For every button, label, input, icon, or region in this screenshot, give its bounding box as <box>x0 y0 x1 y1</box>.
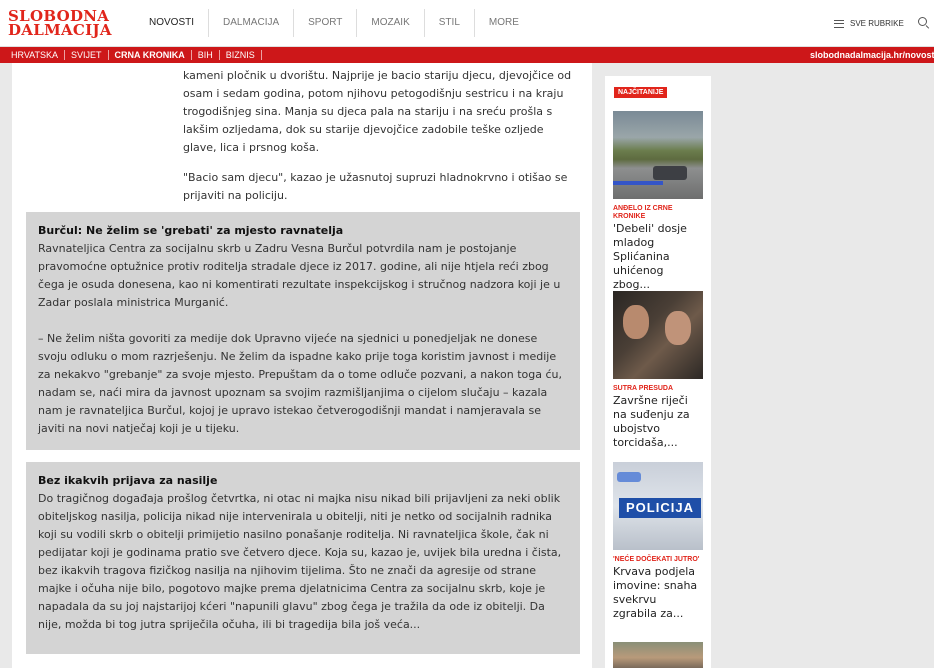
most-read-badge: NAJČITANIJE <box>614 87 668 98</box>
most-read-sidebar: NAJČITANIJE ANĐELO IZ CRNE KRONIKE 'Debe… <box>605 76 711 668</box>
article-thumbnail[interactable] <box>613 111 703 199</box>
info-box-no-reports: Bez ikakvih prijava za nasilje Do tragič… <box>26 462 580 654</box>
car-shape <box>653 166 687 180</box>
subnav-bih[interactable]: BIH <box>192 50 220 60</box>
subnav-hrvatska[interactable]: HRVATSKA <box>11 50 66 60</box>
card-title[interactable]: 'Debeli' dosje mladog Splićanina uhićeno… <box>613 222 703 292</box>
info-box-paragraph: – Ne želim ništa govoriti za medije dok … <box>38 332 562 435</box>
site-header: SLOBODNA DALMACIJA NOVOSTI DALMACIJA SPO… <box>0 0 934 47</box>
article-paragraph: kameni pločnik u dvorištu. Najprije je b… <box>183 69 572 154</box>
info-box-title: Burčul: Ne želim se 'grebati' za mjesto … <box>38 224 344 237</box>
subnav-biznis[interactable]: BIZNIS <box>220 50 262 60</box>
nav-item-novosti[interactable]: NOVOSTI <box>135 9 210 37</box>
article-thumbnail[interactable] <box>613 291 703 379</box>
info-box-paragraph: Do tragičnog događaja prošlog četvrtka, … <box>38 492 562 631</box>
nav-item-more[interactable]: MORE <box>475 9 533 37</box>
sidebar-article-card[interactable] <box>613 642 703 668</box>
logo-line-2: DALMACIJA <box>8 21 112 39</box>
person-shape <box>623 305 649 339</box>
sidebar-article-card[interactable]: POLICIJA 'NEĆE DOČEKATI JUTRO' Krvava po… <box>613 462 703 621</box>
search-icon[interactable] <box>918 17 927 26</box>
hamburger-menu-icon[interactable] <box>834 20 844 28</box>
article-thumbnail[interactable] <box>613 642 703 668</box>
subnav-svijet[interactable]: SVIJET <box>65 50 109 60</box>
info-box-title: Bez ikakvih prijava za nasilje <box>38 474 218 487</box>
nav-item-sport[interactable]: SPORT <box>294 9 358 37</box>
site-breadcrumb-url[interactable]: slobodnadalmacija.hr/novosti <box>810 50 934 60</box>
info-box-paragraph: Ravnateljica Centra za socijalnu skrb u … <box>38 242 561 309</box>
police-light-shape <box>617 472 641 482</box>
person-shape <box>665 311 691 345</box>
info-box-burcul: Burčul: Ne želim se 'grebati' za mjesto … <box>26 212 580 450</box>
subnav-crna-kronika[interactable]: CRNA KRONIKA <box>109 50 192 60</box>
card-kicker: 'NEĆE DOČEKATI JUTRO' <box>613 556 700 563</box>
sidebar-article-card[interactable]: ANĐELO IZ CRNE KRONIKE 'Debeli' dosje ml… <box>613 111 703 292</box>
card-title[interactable]: Završne riječi na suđenju za ubojstvo to… <box>613 394 703 450</box>
nav-item-stil[interactable]: STIL <box>425 9 475 37</box>
police-sign: POLICIJA <box>619 498 701 518</box>
article-intro: kameni pločnik u dvorištu. Najprije je b… <box>183 67 573 217</box>
card-kicker: ANĐELO IZ CRNE KRONIKE <box>613 205 673 220</box>
nav-item-dalmacija[interactable]: DALMACIJA <box>209 9 295 37</box>
nav-item-mozaik[interactable]: MOZAIK <box>357 9 425 37</box>
sve-rubrike-button[interactable]: SVE RUBRIKE <box>850 19 904 28</box>
card-kicker: SUTRA PRESUDA <box>613 385 674 392</box>
police-tape-shape <box>613 181 663 185</box>
card-title[interactable]: Krvava podjela imovine: snaha svekrvu zg… <box>613 565 703 621</box>
category-subbar: HRVATSKA SVIJET CRNA KRONIKA BIH BIZNIS … <box>0 47 934 63</box>
article-body: kameni pločnik u dvorištu. Najprije je b… <box>12 63 592 668</box>
article-thumbnail[interactable]: POLICIJA <box>613 462 703 550</box>
sidebar-article-card[interactable]: SUTRA PRESUDA Završne riječi na suđenju … <box>613 291 703 450</box>
article-paragraph: "Bacio sam djecu", kazao je užasnutoj su… <box>183 171 568 202</box>
main-nav: NOVOSTI DALMACIJA SPORT MOZAIK STIL MORE <box>135 9 533 37</box>
site-logo[interactable]: SLOBODNA DALMACIJA <box>8 9 112 39</box>
